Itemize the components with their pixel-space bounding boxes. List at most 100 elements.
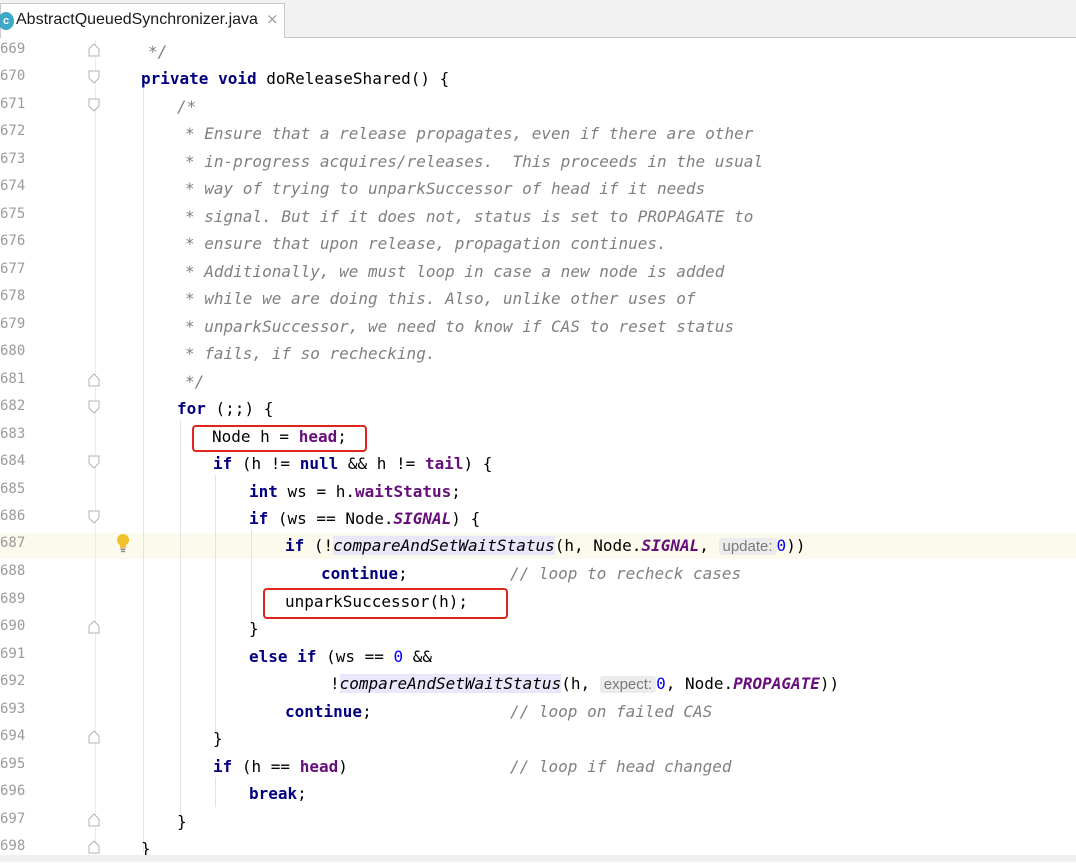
editor-tab-bar: c AbstractQueuedSynchronizer.java ×: [0, 0, 1076, 38]
code-line: 691 else if (ws == 0 &&: [0, 644, 1076, 671]
code-text: ;: [451, 482, 461, 501]
code-line: 682 for (;;) {: [0, 396, 1076, 423]
code-line: 683 Node h = head;: [0, 424, 1076, 451]
method-call[interactable]: compareAndSetWaitStatus: [339, 674, 562, 693]
constant-ref: PROPAGATE: [733, 674, 820, 693]
field-ref: head: [299, 757, 339, 776]
keyword: if: [285, 536, 305, 555]
code-text: ) {: [463, 454, 493, 473]
code-text: (h ==: [232, 757, 300, 776]
line-number: 682: [0, 398, 26, 414]
line-number: 679: [0, 316, 26, 332]
line-number: 671: [0, 96, 26, 112]
field-ref: waitStatus: [354, 482, 452, 501]
fold-end-icon[interactable]: [87, 730, 101, 744]
method-call[interactable]: compareAndSetWaitStatus: [333, 536, 555, 555]
code-line: 670 private void doReleaseShared() {: [0, 66, 1076, 93]
code-text: !: [330, 674, 340, 693]
constant-ref: SIGNAL: [393, 509, 452, 528]
line-number: 685: [0, 481, 26, 497]
code-text: &&: [403, 647, 433, 666]
fold-end-icon[interactable]: [87, 373, 101, 387]
line-number: 677: [0, 261, 26, 277]
code-line: 680 * fails, if so rechecking.: [0, 341, 1076, 368]
keyword: if: [249, 509, 269, 528]
code-line: 696 break;: [0, 781, 1076, 808]
line-number: 670: [0, 68, 26, 84]
code-editor[interactable]: 669 */ 670 private void doReleaseShared(…: [0, 39, 1076, 862]
code-line: 671 /*: [0, 94, 1076, 121]
code-text: (ws ==: [316, 647, 394, 666]
line-number: 683: [0, 426, 26, 442]
code-text: && h !=: [338, 454, 425, 473]
code-comment: * Additionally, we must loop in case a n…: [185, 262, 725, 281]
keyword: if: [213, 757, 233, 776]
highlight-box: [263, 588, 508, 619]
parameter-hint: update:: [718, 538, 777, 555]
line-number: 689: [0, 591, 26, 607]
close-tab-icon[interactable]: ×: [266, 10, 279, 28]
code-line: 686 if (ws == Node.SIGNAL) {: [0, 506, 1076, 533]
code-line: 693 continue; // loop on failed CAS: [0, 699, 1076, 726]
code-text: )): [786, 536, 806, 555]
code-line: 695 if (h == head) // loop if head chang…: [0, 754, 1076, 781]
line-number: 695: [0, 756, 26, 772]
line-number: 673: [0, 151, 26, 167]
line-number: 676: [0, 233, 26, 249]
fold-start-icon[interactable]: [87, 455, 101, 469]
line-number: 672: [0, 123, 26, 139]
code-comment: * ensure that upon release, propagation …: [185, 234, 667, 253]
file-tab[interactable]: c AbstractQueuedSynchronizer.java ×: [0, 3, 285, 38]
code-line: 674 * way of trying to unparkSuccessor o…: [0, 176, 1076, 203]
keyword: for: [177, 399, 206, 418]
code-line: 678 * while we are doing this. Also, unl…: [0, 286, 1076, 313]
code-comment: * signal. But if it does not, status is …: [185, 207, 754, 226]
line-number: 696: [0, 783, 26, 799]
code-text: (h !=: [232, 454, 300, 473]
code-text: }: [177, 812, 187, 831]
code-line: 692 !compareAndSetWaitStatus(h, expect: 0…: [0, 671, 1076, 698]
code-comment: */: [185, 372, 205, 391]
keyword: else if: [249, 647, 317, 666]
number-literal: 0: [393, 647, 404, 666]
code-text: )): [819, 674, 840, 693]
line-number: 693: [0, 701, 26, 717]
code-text: , Node.: [665, 674, 734, 693]
field-ref: tail: [424, 454, 464, 473]
code-text: (ws == Node.: [268, 509, 394, 528]
fold-end-icon[interactable]: [87, 620, 101, 634]
fold-start-icon[interactable]: [87, 70, 101, 84]
horizontal-scrollbar[interactable]: [0, 855, 1076, 862]
line-number: 681: [0, 371, 26, 387]
line-number: 669: [0, 41, 26, 57]
line-number: 691: [0, 646, 26, 662]
code-comment: /*: [177, 97, 197, 116]
fold-start-icon[interactable]: [87, 510, 101, 524]
parameter-hint: expect:: [599, 676, 657, 693]
keyword: continue: [321, 564, 399, 583]
code-text: ;: [362, 702, 372, 721]
line-number: 692: [0, 673, 26, 689]
fold-end-icon[interactable]: [87, 43, 101, 57]
keyword: int: [249, 482, 278, 501]
code-text: }: [249, 619, 259, 638]
fold-end-icon[interactable]: [87, 840, 101, 854]
code-text: }: [213, 729, 223, 748]
code-line: 687 if (!compareAndSetWaitStatus(h, Node…: [0, 533, 1076, 560]
code-line: 681 */: [0, 369, 1076, 396]
line-number: 690: [0, 618, 26, 634]
fold-start-icon[interactable]: [87, 400, 101, 414]
code-comment: * while we are doing this. Also, unlike …: [185, 289, 696, 308]
keyword: private void: [141, 69, 257, 88]
code-line: 690 }: [0, 616, 1076, 643]
line-number: 698: [0, 838, 26, 854]
fold-start-icon[interactable]: [87, 98, 101, 112]
code-line: 685 int ws = h.waitStatus;: [0, 479, 1076, 506]
fold-end-icon[interactable]: [87, 813, 101, 827]
code-comment: // loop to recheck cases: [510, 564, 742, 583]
java-class-icon: c: [0, 12, 14, 30]
code-comment: // loop if head changed: [510, 757, 732, 776]
lightbulb-icon[interactable]: [116, 533, 130, 553]
highlight-box: [192, 425, 367, 452]
code-line: 684 if (h != null && h != tail) {: [0, 451, 1076, 478]
